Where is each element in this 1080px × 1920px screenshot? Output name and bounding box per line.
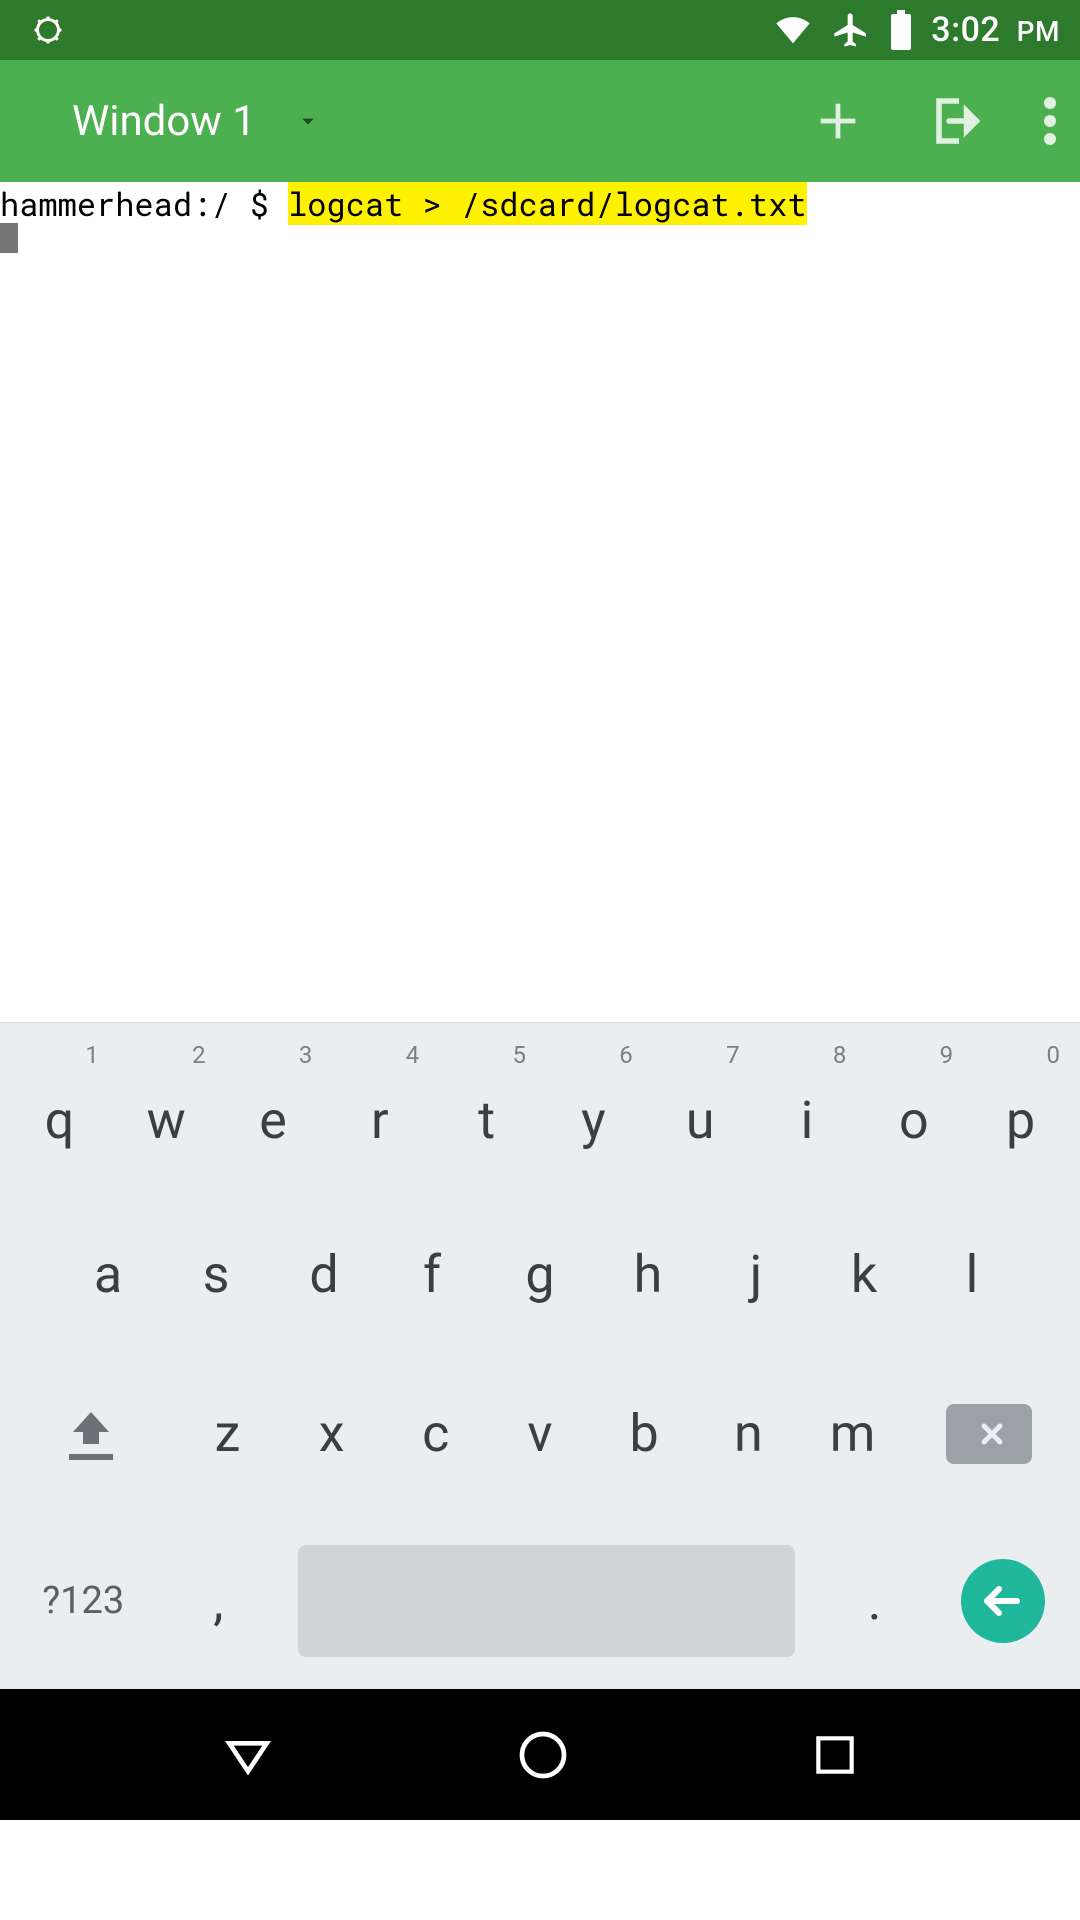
key-b[interactable]: b bbox=[592, 1354, 696, 1514]
symbols-key[interactable]: ?123 bbox=[6, 1522, 160, 1682]
terminal-command: logcat > /sdcard/logcat.txt bbox=[288, 182, 806, 225]
terminal-cursor bbox=[0, 223, 18, 253]
key-x[interactable]: x bbox=[280, 1354, 384, 1514]
key-d[interactable]: d bbox=[270, 1195, 378, 1355]
keyboard-row-1: 1q2w3e4r5t6y7u8i9o0p bbox=[6, 1035, 1074, 1195]
window-title[interactable]: Window 1 bbox=[72, 97, 256, 146]
time-ampm: PM bbox=[1009, 15, 1060, 48]
key-n[interactable]: n bbox=[696, 1354, 800, 1514]
terminal-line: hammerhead:/ $ logcat > /sdcard/logcat.t… bbox=[0, 186, 1080, 222]
home-button[interactable] bbox=[515, 1727, 571, 1783]
key-o[interactable]: 9o bbox=[860, 1035, 967, 1195]
key-v[interactable]: v bbox=[488, 1354, 592, 1514]
recent-apps-button[interactable] bbox=[810, 1730, 860, 1780]
key-s[interactable]: s bbox=[162, 1195, 270, 1355]
keyboard-row-4: ?123 , . bbox=[6, 1514, 1074, 1682]
wifi-icon bbox=[773, 10, 813, 50]
soft-keyboard: 1q2w3e4r5t6y7u8i9o0p asdfghjkl zxcvbnm ?… bbox=[0, 1022, 1080, 1689]
key-g[interactable]: g bbox=[486, 1195, 594, 1355]
key-c[interactable]: c bbox=[384, 1354, 488, 1514]
key-q[interactable]: 1q bbox=[6, 1035, 113, 1195]
space-key[interactable] bbox=[276, 1522, 816, 1682]
exit-button[interactable] bbox=[924, 91, 984, 151]
key-t[interactable]: 5t bbox=[433, 1035, 540, 1195]
period-key[interactable]: . bbox=[817, 1522, 933, 1682]
key-w[interactable]: 2w bbox=[113, 1035, 220, 1195]
keyboard-row-2: asdfghjkl bbox=[6, 1195, 1074, 1355]
key-i[interactable]: 8i bbox=[754, 1035, 861, 1195]
status-time: 3:02 PM bbox=[931, 10, 1060, 50]
comma-key[interactable]: , bbox=[160, 1522, 276, 1682]
terminal-prompt: hammerhead:/ $ bbox=[0, 182, 288, 225]
app-bar: Window 1 bbox=[0, 60, 1080, 182]
debug-icon bbox=[30, 12, 66, 48]
chevron-down-icon[interactable] bbox=[294, 107, 322, 135]
key-f[interactable]: f bbox=[378, 1195, 486, 1355]
key-p[interactable]: 0p bbox=[967, 1035, 1074, 1195]
key-r[interactable]: 4r bbox=[326, 1035, 433, 1195]
backspace-key[interactable] bbox=[905, 1354, 1074, 1514]
key-l[interactable]: l bbox=[918, 1195, 1026, 1355]
key-y[interactable]: 6y bbox=[540, 1035, 647, 1195]
enter-key[interactable] bbox=[932, 1522, 1074, 1682]
status-bar: 3:02 PM bbox=[0, 0, 1080, 60]
keyboard-row-3: zxcvbnm bbox=[6, 1354, 1074, 1514]
key-m[interactable]: m bbox=[800, 1354, 904, 1514]
key-k[interactable]: k bbox=[810, 1195, 918, 1355]
key-u[interactable]: 7u bbox=[647, 1035, 754, 1195]
airplane-icon bbox=[831, 10, 871, 50]
add-window-button[interactable] bbox=[812, 95, 864, 147]
key-e[interactable]: 3e bbox=[220, 1035, 327, 1195]
back-button[interactable] bbox=[220, 1727, 276, 1783]
time-value: 3:02 bbox=[931, 10, 1000, 50]
terminal-view[interactable]: hammerhead:/ $ logcat > /sdcard/logcat.t… bbox=[0, 182, 1080, 1022]
shift-key[interactable] bbox=[6, 1354, 175, 1514]
navigation-bar bbox=[0, 1689, 1080, 1820]
more-menu-button[interactable] bbox=[1044, 97, 1056, 145]
key-z[interactable]: z bbox=[175, 1354, 279, 1514]
key-h[interactable]: h bbox=[594, 1195, 702, 1355]
battery-icon bbox=[889, 10, 913, 50]
key-j[interactable]: j bbox=[702, 1195, 810, 1355]
key-a[interactable]: a bbox=[54, 1195, 162, 1355]
